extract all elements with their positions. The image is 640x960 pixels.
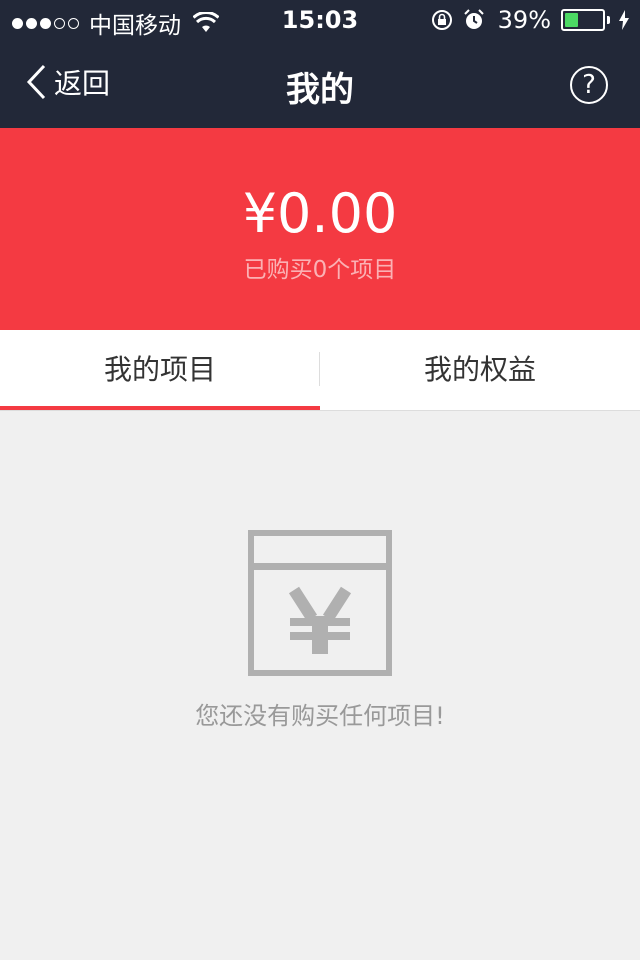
battery-icon: [561, 9, 605, 31]
chevron-left-icon: [26, 64, 46, 100]
status-left: 中国移动: [12, 6, 219, 40]
signal-dot: [54, 17, 65, 29]
rotation-lock-icon: [431, 10, 452, 30]
alarm-clock-icon: [463, 9, 484, 29]
signal-dot: [26, 17, 37, 29]
balance-amount: ¥0.00: [242, 182, 398, 245]
tab-my-projects[interactable]: 我的项目: [0, 330, 320, 410]
yuan-wallet-icon: [248, 530, 392, 676]
back-button[interactable]: 返回: [26, 62, 110, 102]
battery-fill: [565, 13, 579, 27]
signal-dot: [12, 17, 23, 29]
help-icon: ?: [582, 70, 596, 100]
status-bar: 中国移动 15:03 39%: [0, 0, 640, 40]
purchased-count: 已购买0个项目: [243, 257, 397, 283]
status-right: 39%: [430, 6, 630, 34]
battery-percent: 39%: [497, 6, 551, 34]
signal-dot: [68, 17, 79, 29]
wifi-icon: [193, 12, 219, 32]
balance-panel: ¥0.00 已购买0个项目: [0, 128, 640, 330]
top-bar: 中国移动 15:03 39% 返回 我的 ?: [0, 0, 640, 128]
signal-dot: [40, 17, 51, 29]
tab-bar: 我的项目 我的权益: [0, 330, 640, 411]
signal-strength-icon: [12, 17, 79, 29]
charging-bolt-icon: [619, 10, 629, 30]
tab-my-rights[interactable]: 我的权益: [320, 330, 640, 410]
battery-nub: [607, 16, 610, 24]
empty-message: 您还没有购买任何项目!: [195, 702, 445, 730]
carrier-name: 中国移动: [89, 13, 181, 39]
help-button[interactable]: ?: [570, 66, 608, 104]
back-label: 返回: [54, 67, 111, 100]
active-tab-indicator: [0, 406, 320, 410]
nav-bar: 返回 我的 ?: [0, 40, 640, 128]
